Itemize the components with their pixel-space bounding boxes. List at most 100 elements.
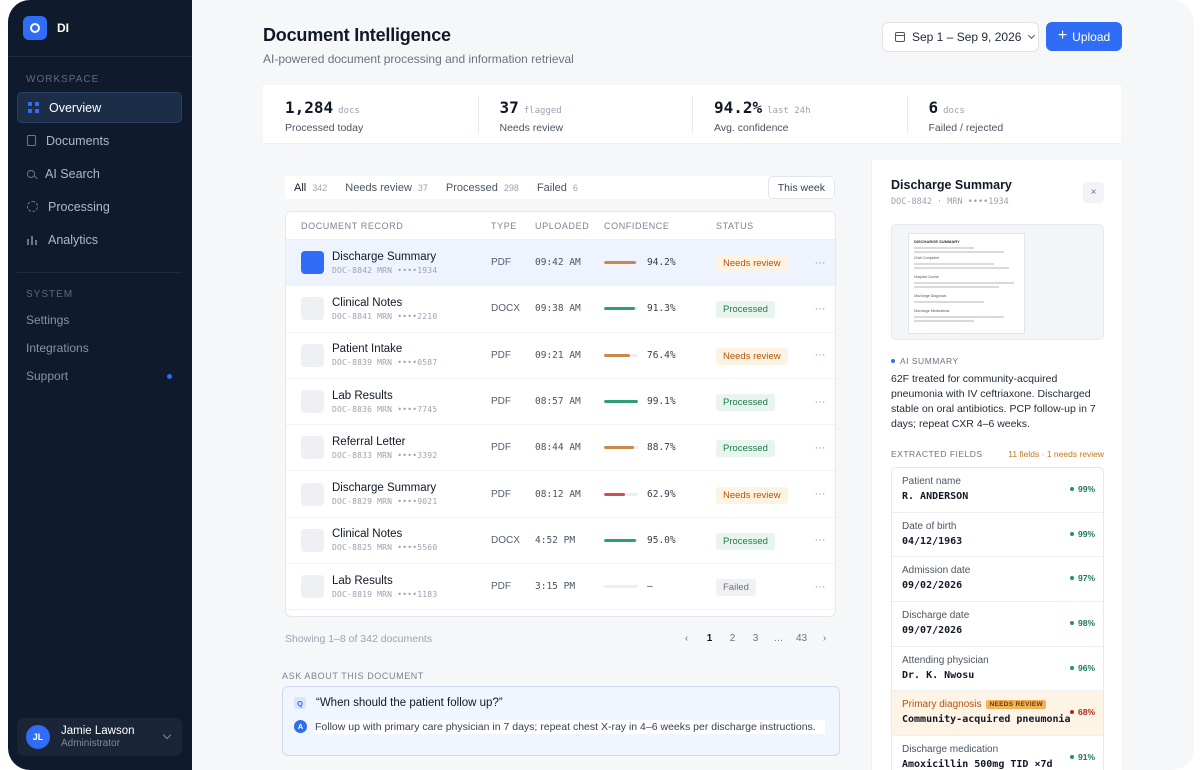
confidence-cell: 99.1% xyxy=(604,396,716,407)
status-dot-icon xyxy=(1069,531,1074,536)
document-preview[interactable]: DISCHARGE SUMMARY Chief Complaint Hospit… xyxy=(891,224,1104,340)
user-role: Administrator xyxy=(61,738,120,749)
extracted-fields-count: 11 fields · 1 needs review xyxy=(1008,449,1104,459)
record-cell: Patient Intake DOC-8839 MRN ••••0587 xyxy=(286,343,491,367)
confidence-cell: 91.3% xyxy=(604,303,716,314)
date-range-picker[interactable]: Sep 1 – Sep 9, 2026 xyxy=(882,22,1039,52)
page-subtitle: AI-powered document processing and infor… xyxy=(263,52,574,66)
tab-count: 342 xyxy=(312,182,328,193)
extracted-field[interactable]: Admission date 09/02/2026 97% xyxy=(892,557,1103,603)
record-name: Clinical Notes xyxy=(332,296,403,309)
status-dot-icon xyxy=(1069,710,1074,715)
ask-panel: Q “When should the patient follow up?” A… xyxy=(282,686,840,756)
table-row[interactable]: Discharge Summary DOC-8842 MRN ••••1934 PD… xyxy=(286,240,835,287)
next-page-button[interactable]: › xyxy=(813,633,836,644)
sidebar-item-ai-search[interactable]: AI Search xyxy=(17,158,182,189)
status-dot-icon xyxy=(1069,755,1074,760)
extracted-field[interactable]: Patient name R. ANDERSON 99% xyxy=(892,468,1103,513)
table-row[interactable]: Clinical Notes DOC-8841 MRN ••••2210 DOCX 0… xyxy=(286,286,835,333)
record-name: Lab Results xyxy=(332,389,393,402)
extracted-fields-header: EXTRACTED FIELDS 11 fields · 1 needs rev… xyxy=(891,449,1104,459)
week-filter-button[interactable]: This week xyxy=(767,176,835,199)
close-button[interactable]: × xyxy=(1083,182,1104,203)
column-header-uploaded[interactable]: UPLOADED xyxy=(535,221,604,231)
document-icon xyxy=(27,135,36,146)
column-header-confidence[interactable]: CONFIDENCE xyxy=(604,221,716,231)
plus-icon: + xyxy=(1057,26,1068,44)
column-header-status[interactable]: STATUS xyxy=(716,221,806,231)
table-row[interactable]: Referral Letter DOC-8833 MRN ••••3392 PDF 0… xyxy=(286,425,835,472)
more-options-button[interactable]: ··· xyxy=(806,534,834,546)
confidence-bar-fill xyxy=(604,538,637,542)
confidence-bar-fill xyxy=(604,492,626,496)
field-confidence: 99% xyxy=(1069,529,1095,539)
sidebar-item-analytics[interactable]: Analytics xyxy=(17,224,182,255)
page-43-button[interactable]: 43 xyxy=(790,633,813,644)
page-3-button[interactable]: 3 xyxy=(744,633,767,644)
more-options-button[interactable]: ··· xyxy=(806,349,834,361)
extracted-field[interactable]: Date of birth 04/12/1963 99% xyxy=(892,513,1103,558)
record-id: DOC-8833 MRN ••••3392 xyxy=(332,450,438,460)
column-header-type[interactable]: TYPE xyxy=(491,221,535,231)
table-row[interactable]: Patient Intake DOC-8839 MRN ••••0587 PDF 09… xyxy=(286,333,835,379)
status-cell: Processed xyxy=(716,531,806,550)
field-label-text: Admission date xyxy=(902,565,971,577)
tab-needs-review[interactable]: Needs review 37 xyxy=(336,176,437,199)
status-badge: Needs review xyxy=(716,347,788,365)
tab-all[interactable]: All 342 xyxy=(285,176,337,199)
more-options-button[interactable]: ··· xyxy=(806,581,834,593)
extracted-field[interactable]: Attending physician Dr. K. Nwosu 96% xyxy=(892,647,1103,692)
sidebar-item-support[interactable]: Support xyxy=(8,362,192,390)
more-options-button[interactable]: ··· xyxy=(806,303,834,315)
type-cell: PDF xyxy=(491,396,511,408)
field-confidence: 98% xyxy=(1069,618,1095,628)
extracted-field[interactable]: Discharge date 09/07/2026 98% xyxy=(892,602,1103,647)
table-body: Discharge Summary DOC-8842 MRN ••••1934 PD… xyxy=(286,240,835,611)
tab-count: 298 xyxy=(503,182,519,193)
column-header-record[interactable]: DOCUMENT RECORD xyxy=(286,221,491,231)
sidebar-item-settings[interactable]: Settings xyxy=(8,306,192,334)
more-options-button[interactable]: ··· xyxy=(806,442,834,454)
more-options-button[interactable]: ··· xyxy=(806,257,834,269)
type-cell: PDF xyxy=(491,581,511,593)
chevron-down-icon xyxy=(1028,31,1036,40)
more-options-button[interactable]: ··· xyxy=(806,396,834,408)
extracted-field[interactable]: Discharge medication Amoxicillin 500mg TI… xyxy=(892,736,1103,770)
table-row[interactable]: Lab Results DOC-8836 MRN ••••7745 PDF 08:57… xyxy=(286,379,835,426)
field-label-text: Discharge date xyxy=(902,610,970,622)
page-1-button[interactable]: 1 xyxy=(698,633,721,644)
logo-icon[interactable] xyxy=(23,16,47,40)
table-row[interactable]: Discharge Summary DOC-8829 MRN ••••9021 PD… xyxy=(286,471,835,518)
field-confidence: 97% xyxy=(1069,573,1095,583)
prev-page-button[interactable]: ‹ xyxy=(675,633,698,644)
field-confidence: 91% xyxy=(1069,752,1095,762)
record-id: DOC-8839 MRN ••••0587 xyxy=(332,358,438,368)
page-2-button[interactable]: 2 xyxy=(721,633,744,644)
date-range-label: Sep 1 – Sep 9, 2026 xyxy=(912,30,1022,44)
brand-name: DI xyxy=(57,21,69,35)
sidebar-item-documents[interactable]: Documents xyxy=(17,125,182,156)
preview-section: Discharge Medications xyxy=(914,309,950,313)
table-row[interactable]: Clinical Notes DOC-8825 MRN ••••5560 DOCX 4… xyxy=(286,518,835,565)
sidebar-item-processing[interactable]: Processing xyxy=(17,191,182,222)
uploaded-cell: 08:44 AM xyxy=(535,442,581,454)
type-cell: PDF xyxy=(491,488,511,500)
status-cell: Failed xyxy=(716,577,806,597)
upload-button[interactable]: + Upload xyxy=(1046,22,1122,51)
tab-processed[interactable]: Processed 298 xyxy=(437,176,528,199)
field-label-text: Date of birth xyxy=(902,520,957,532)
table-row[interactable]: Lab Results DOC-8819 MRN ••••1183 PDF 3:15 … xyxy=(286,564,835,611)
more-options-button[interactable]: ··· xyxy=(806,488,834,500)
user-menu[interactable]: JL Jamie Lawson Administrator xyxy=(17,718,182,756)
sidebar-item-overview[interactable]: Overview xyxy=(17,92,182,123)
confidence-cell: 76.4% xyxy=(604,350,716,361)
notification-dot xyxy=(167,373,172,379)
stat-value: 37 flagged xyxy=(500,98,693,117)
tab-failed[interactable]: Failed 6 xyxy=(528,176,587,199)
workspace-label: WORKSPACE xyxy=(26,74,100,85)
document-thumbnail xyxy=(301,251,324,275)
record-cell: Discharge Summary DOC-8842 MRN ••••1934 xyxy=(286,251,491,275)
sidebar-item-integrations[interactable]: Integrations xyxy=(8,334,192,362)
extracted-field[interactable]: Primary diagnosis NEEDS REVIEW Community-a… xyxy=(892,691,1103,737)
brand: DI xyxy=(8,0,192,57)
